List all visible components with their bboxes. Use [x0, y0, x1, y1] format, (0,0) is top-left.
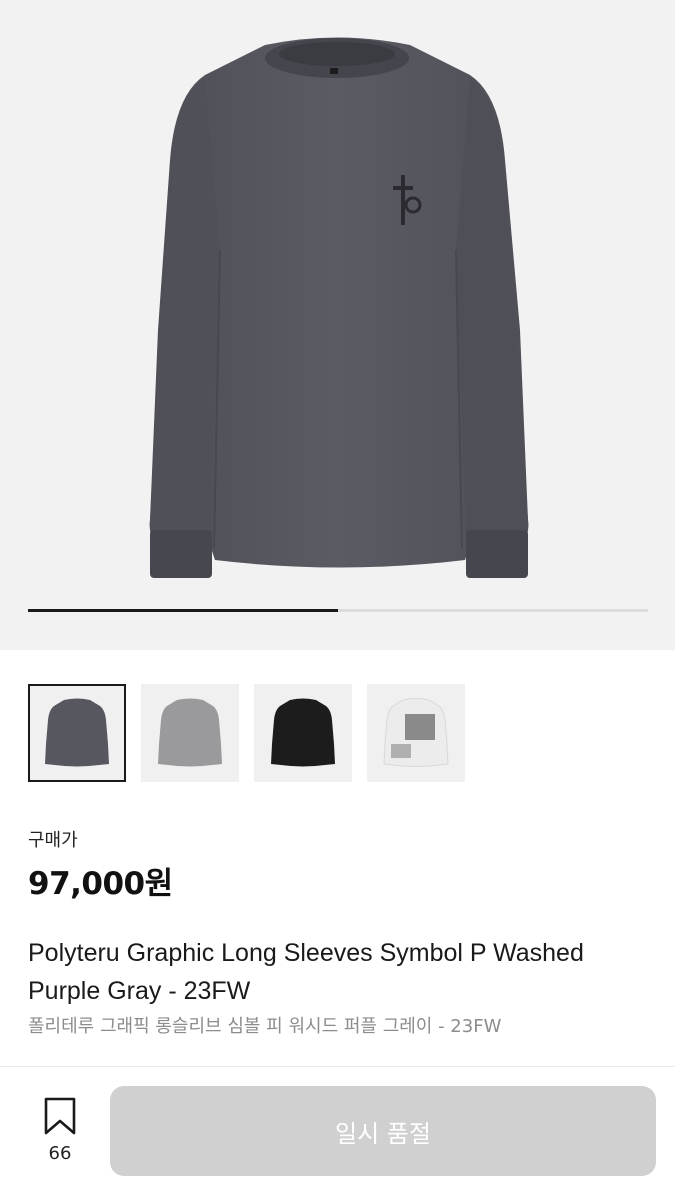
wishlist-button[interactable]: 66 — [28, 1097, 92, 1169]
product-title-en: Polyteru Graphic Long Sleeves Symbol P W… — [28, 939, 584, 1005]
product-main-image — [149, 37, 529, 578]
image-progress-fill — [28, 609, 338, 612]
product-title-ko: 폴리테루 그래픽 롱슬리브 심볼 피 워시드 퍼플 그레이 - 23FW — [28, 1016, 502, 1037]
price-value: 97,000원 — [28, 866, 173, 902]
wishlist-count: 66 — [48, 1143, 72, 1164]
product-image-carousel[interactable] — [0, 0, 675, 650]
thumbnail-gray[interactable] — [141, 684, 239, 782]
price-label: 구매가 — [28, 830, 78, 851]
thumbnail-purple-gray[interactable] — [28, 684, 126, 782]
thumbnail-white[interactable] — [367, 684, 465, 782]
thumbnail-black[interactable] — [254, 684, 352, 782]
color-thumbnail-list — [28, 684, 465, 782]
buy-button[interactable]: 일시 품절 — [110, 1086, 656, 1176]
bookmark-icon — [44, 1097, 76, 1135]
footer-divider — [0, 1066, 675, 1067]
image-progress-track — [28, 609, 648, 612]
